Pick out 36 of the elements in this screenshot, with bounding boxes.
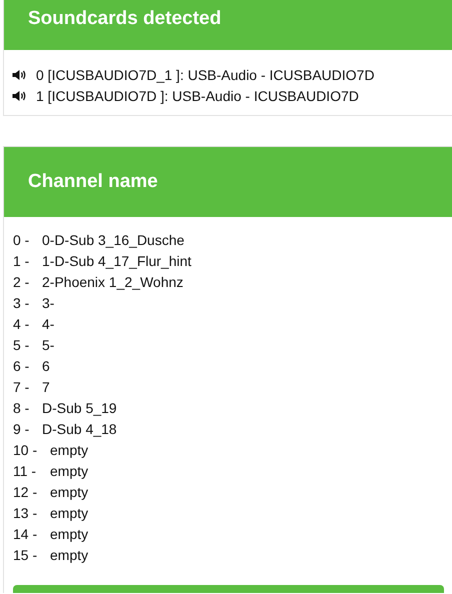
channel-number: 5 - xyxy=(13,336,30,352)
channel-number: 11 - xyxy=(13,462,38,478)
channel-name: empty xyxy=(50,504,88,520)
channel-number: 15 - xyxy=(13,546,38,562)
channel-number: 7 - xyxy=(13,378,30,394)
channel-name: D-Sub 4_18 xyxy=(42,420,117,436)
channel-number: 9 - xyxy=(13,420,30,436)
channel-number: 8 - xyxy=(13,400,30,416)
channel-name: 4- xyxy=(42,316,54,332)
channel-name: empty xyxy=(50,484,88,500)
channel-name: 3- xyxy=(42,294,54,310)
channel-number: 6 - xyxy=(13,358,30,374)
channel-number: 3 - xyxy=(13,294,30,310)
channel-number: 4 - xyxy=(13,316,30,332)
channel-name: 7 xyxy=(42,378,50,394)
channel-name: 1-D-Sub 4_17_Flur_hint xyxy=(42,252,192,268)
panel-title: Soundcards detected xyxy=(28,8,222,30)
channel-number: 14 - xyxy=(13,526,38,542)
channel-name: 0-D-Sub 3_16_Dusche xyxy=(42,232,184,248)
channel-name: 6 xyxy=(42,358,50,374)
channel-name: 5- xyxy=(42,336,54,352)
channel-number: 12 - xyxy=(13,484,38,500)
channel-name: D-Sub 5_19 xyxy=(42,400,117,416)
channel-name: 2-Phoenix 1_2_Wohnz xyxy=(42,274,184,290)
channel-number: 0 - xyxy=(13,232,30,248)
channel-number: 13 - xyxy=(13,504,38,520)
soundcard-entry: 1 [ICUSBAUDIO7D ]: USB-Audio - ICUSBAUDIO7D xyxy=(36,88,359,104)
channel-number: 1 - xyxy=(13,252,30,268)
channel-name: empty xyxy=(50,442,88,458)
soundcard-entry: 0 [ICUSBAUDIO7D_1 ]: USB-Audio - ICUSBAUDIO7D xyxy=(36,66,374,82)
channel-name: empty xyxy=(50,546,88,562)
panel-title: Channel name xyxy=(28,171,158,193)
channel-number: 2 - xyxy=(13,274,30,290)
channel-name: empty xyxy=(50,462,88,478)
channel-number: 10 - xyxy=(13,442,38,458)
channel-name: empty xyxy=(50,526,88,542)
